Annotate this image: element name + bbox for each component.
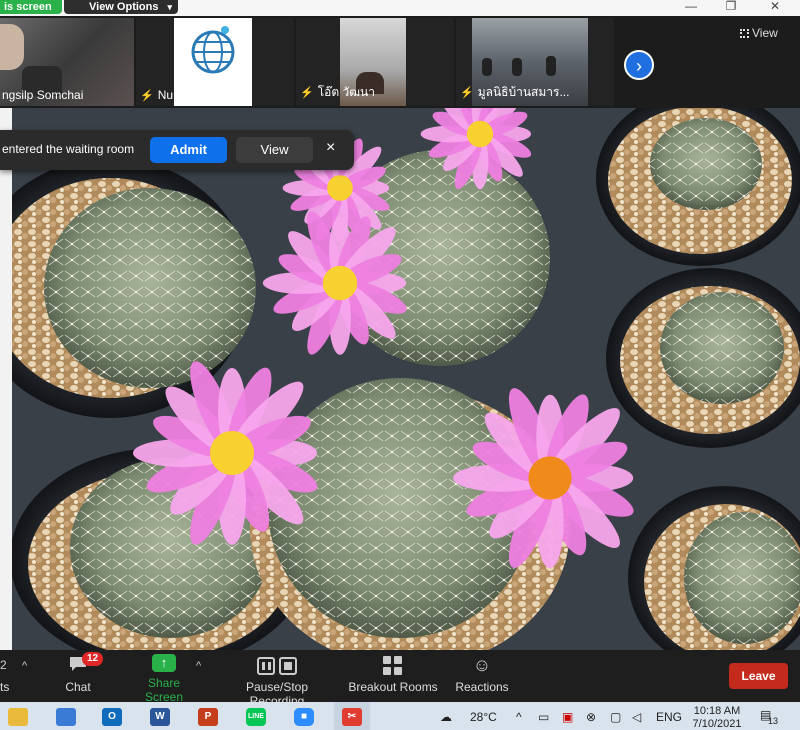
leave-button[interactable]: Leave (729, 663, 788, 689)
powerpoint-icon[interactable]: P (198, 708, 218, 726)
display-icon[interactable]: ▢ (610, 710, 621, 724)
snipping-icon[interactable]: ✂ (342, 708, 362, 726)
participants-label: ts (0, 680, 10, 694)
word-icon[interactable]: W (150, 708, 170, 726)
waiting-room-notification: entered the waiting room Admit View × (0, 130, 354, 170)
participant-tile[interactable]: ngsilp Somchai (0, 18, 134, 106)
view-options-button[interactable]: View Options ▾ (64, 0, 178, 14)
top-bar: is screen View Options ▾ — ❐ ✕ (0, 0, 800, 16)
admit-button[interactable]: Admit (150, 137, 227, 163)
participants-caret-icon[interactable]: ^ (22, 660, 27, 672)
participant-name: ngsilp Somchai (2, 88, 84, 102)
tray-overflow-caret[interactable]: ^ (516, 710, 522, 724)
line-icon[interactable]: LINE (246, 708, 266, 726)
grid-icon (740, 29, 749, 39)
muted-mic-icon: ⚡ (460, 87, 474, 99)
close-icon[interactable]: × (326, 139, 335, 157)
notification-count: 13 (768, 716, 779, 726)
reactions-label: Reactions (455, 680, 509, 694)
battery-icon[interactable]: ▭ (538, 710, 549, 724)
clock-date: 7/10/2021 (692, 718, 742, 730)
smiley-icon: ☺ (472, 655, 492, 675)
participant-tile[interactable]: ⚡ NuNu WFH H... (136, 18, 294, 106)
language-indicator[interactable]: ENG (656, 710, 682, 724)
network-icon[interactable]: ⊗ (586, 710, 596, 724)
participant-tile[interactable]: ⚡ โอ๊ต วัฒนา (296, 18, 454, 106)
chevron-down-icon: ▾ (167, 2, 172, 12)
meeting-controls: 2 ts ^ Chat 12 ↑ Share Screen ^ Pause/St… (0, 650, 800, 708)
share-screen-icon: ↑ (152, 654, 176, 672)
muted-mic-icon: ⚡ (140, 90, 154, 102)
gift-icon[interactable]: ▣ (562, 710, 573, 724)
reactions-button[interactable]: ☺ Reactions (454, 654, 510, 694)
view-waiting-room-button[interactable]: View (236, 137, 313, 163)
next-page-button[interactable]: › (624, 50, 654, 80)
clock[interactable]: 10:18 AM 7/10/2021 (688, 705, 746, 730)
participant-name: ⚡ โอ๊ต วัฒนา (300, 85, 376, 99)
gallery-view-button[interactable]: View (740, 26, 778, 40)
breakout-rooms-button[interactable]: Breakout Rooms (348, 654, 438, 694)
chat-unread-badge: 12 (82, 652, 104, 666)
view-options-label: View Options (89, 1, 159, 13)
share-screen-button[interactable]: ↑ Share Screen (128, 654, 200, 704)
close-window-button[interactable]: ✕ (760, 0, 790, 14)
breakout-rooms-label: Breakout Rooms (348, 680, 438, 694)
participant-strip: ngsilp Somchai ⚡ NuNu WFH H... ⚡ โอ๊ต วั… (0, 16, 800, 108)
shared-cactus-photo (0, 108, 800, 650)
weather-temp[interactable]: 28°C (470, 710, 497, 724)
muted-mic-icon: ⚡ (300, 87, 314, 99)
share-screen-label: Share Screen (144, 676, 184, 704)
participant-name: ⚡ NuNu WFH H... (140, 88, 242, 102)
outlook-icon[interactable]: O (102, 708, 122, 726)
share-caret-icon[interactable]: ^ (196, 660, 201, 672)
participants-button[interactable]: 2 ts (0, 654, 10, 694)
minimize-button[interactable]: — (676, 0, 706, 14)
shared-screen[interactable] (0, 108, 800, 650)
weather-icon[interactable]: ☁ (440, 710, 452, 724)
file-explorer-icon[interactable] (8, 708, 28, 726)
recording-button[interactable]: Pause/Stop Recording (218, 654, 336, 708)
breakout-rooms-icon (348, 654, 438, 676)
zoom-icon[interactable]: ■ (294, 708, 314, 726)
participant-name: ⚡ มูลนิธิบ้านสมาร... (460, 85, 570, 99)
volume-icon[interactable]: ◁ (632, 710, 641, 724)
waiting-room-message: entered the waiting room (2, 142, 135, 156)
left-edge-strip (0, 108, 12, 650)
store-icon[interactable] (56, 708, 76, 726)
pause-stop-icon (218, 654, 336, 676)
chat-label: Chat (65, 680, 91, 694)
windows-taskbar: O W P LINE ■ ✂ ☁ 28°C ^ ▭ ▣ ⊗ ▢ ◁ ENG 10:18 A… (0, 702, 800, 730)
screen-share-indicator[interactable]: is screen (0, 0, 62, 14)
participant-tile[interactable]: ⚡ มูลนิธิบ้านสมาร... (456, 18, 614, 106)
clock-time: 10:18 AM (693, 705, 741, 717)
restore-button[interactable]: ❐ (716, 0, 746, 14)
zoom-meeting-window: is screen View Options ▾ — ❐ ✕ ngsilp So… (0, 0, 800, 730)
